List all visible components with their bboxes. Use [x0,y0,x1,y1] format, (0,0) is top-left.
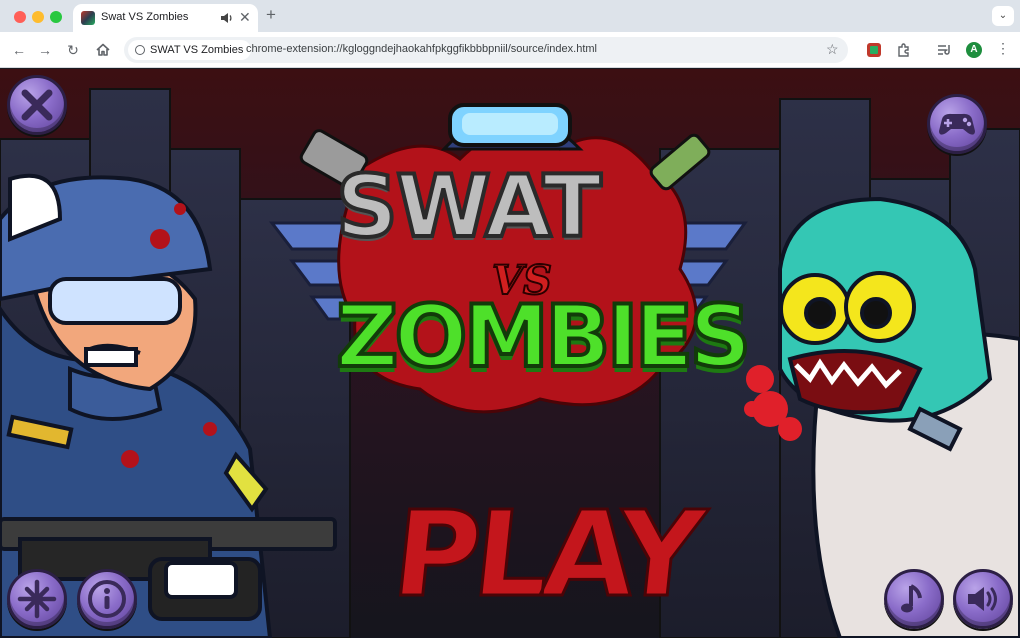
arrow-right-icon[interactable]: → [36,41,54,59]
tab-title: Swat VS Zombies [101,11,189,23]
browser-toolbar: ← → ↻ SWAT VS Zombies chrome-extension:/… [0,32,1020,68]
browser-tab-active[interactable]: Swat VS Zombies ✕ [73,4,258,32]
aim-settings-button[interactable] [7,569,67,629]
title-swat: SWAT [334,155,603,259]
speaker-icon[interactable] [219,10,235,26]
tab-close-icon[interactable]: ✕ [239,9,251,25]
star-icon[interactable]: ☆ [826,41,839,58]
speaker-icon [968,587,997,611]
media-controls-icon[interactable] [936,42,952,58]
site-info-chip[interactable]: SWAT VS Zombies [128,40,252,60]
browser-tab-strip: Swat VS Zombies ✕ + ⌄ [0,0,1020,32]
arrow-left-icon[interactable]: ← [10,41,28,59]
play-label: PLAY [385,484,706,625]
reload-icon[interactable]: ↻ [64,41,82,59]
crosshair-icon [17,579,57,619]
puzzle-icon[interactable] [896,42,912,58]
info-icon [88,580,126,618]
window-zoom-button[interactable] [50,11,62,23]
game-extension-icon[interactable] [866,42,882,58]
new-tab-button[interactable]: + [266,6,276,24]
home-icon[interactable] [94,41,112,59]
more-games-button[interactable] [927,94,987,154]
site-chip-label: SWAT VS Zombies [150,44,244,56]
kebab-menu-icon[interactable]: ⋮ [996,40,1010,57]
url-text[interactable]: chrome-extension://kgloggndejhaokahfpkgg… [246,43,597,55]
info-button[interactable] [77,569,137,629]
profile-avatar[interactable]: A [966,42,982,58]
gamepad-icon [939,113,975,135]
tab-search-button[interactable]: ⌄ [992,6,1014,26]
sound-toggle-button[interactable] [953,569,1013,629]
logo-helmet [440,103,584,151]
window-close-button[interactable] [14,11,26,23]
address-bar[interactable]: SWAT VS Zombies chrome-extension://kglog… [124,37,848,63]
close-icon [21,89,53,121]
play-button[interactable]: PLAY [380,484,706,625]
music-note-icon [901,584,922,613]
close-game-button[interactable] [7,75,67,135]
window-minimize-button[interactable] [32,11,44,23]
game-canvas[interactable]: SWAT VS ZOMBIES PLAY [0,69,1020,638]
tab-favicon-icon [81,11,95,25]
extension-page-icon [135,45,145,55]
title-zombies: ZOMBIES [334,285,753,389]
music-toggle-button[interactable] [884,569,944,629]
